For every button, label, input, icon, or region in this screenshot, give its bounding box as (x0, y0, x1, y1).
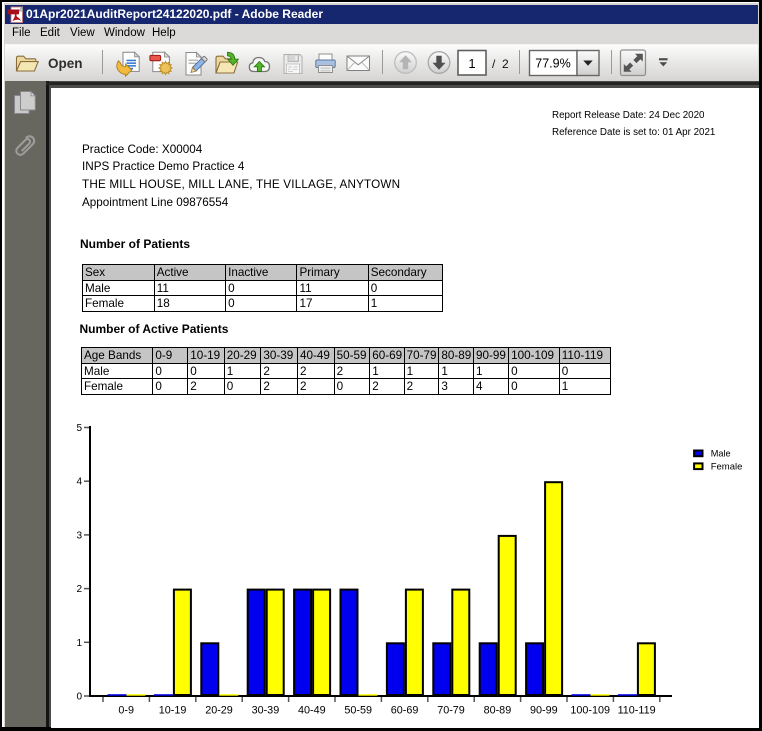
svg-text:70-79: 70-79 (437, 704, 465, 716)
svg-text:30-39: 30-39 (252, 704, 280, 716)
svg-text:1: 1 (76, 638, 82, 649)
svg-text:90-99: 90-99 (530, 704, 558, 716)
svg-text:Male: Male (711, 449, 731, 459)
svg-text:80-89: 80-89 (484, 704, 512, 716)
svg-text:100-109: 100-109 (570, 704, 610, 716)
svg-text:3: 3 (76, 530, 82, 541)
svg-text:40-49: 40-49 (298, 704, 326, 716)
svg-text:77.9%: 77.9% (535, 57, 570, 71)
svg-text:5: 5 (76, 423, 82, 434)
svg-text:10-19: 10-19 (159, 704, 187, 716)
svg-text:60-69: 60-69 (391, 704, 419, 716)
svg-text:2: 2 (76, 584, 82, 595)
svg-text:Female: Female (711, 462, 743, 473)
svg-text:1: 1 (468, 56, 475, 71)
svg-text:110-119: 110-119 (618, 704, 656, 716)
svg-text:20-29: 20-29 (205, 704, 233, 716)
svg-text:50-59: 50-59 (344, 704, 372, 716)
svg-text:0: 0 (76, 692, 82, 703)
svg-text:4: 4 (76, 477, 82, 488)
svg-text:0-9: 0-9 (118, 704, 134, 716)
